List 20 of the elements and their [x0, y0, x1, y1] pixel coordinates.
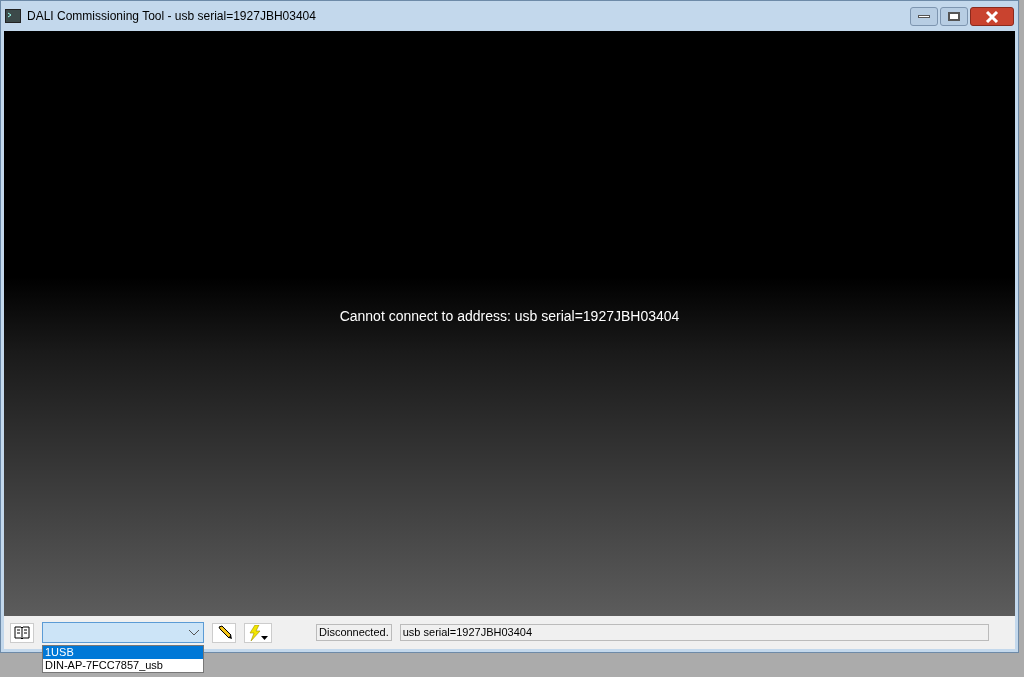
pencil-button[interactable]	[212, 622, 236, 643]
window-title: DALI Commissioning Tool - usb serial=1927JBH03404	[27, 8, 316, 25]
maximize-icon	[948, 12, 960, 21]
close-button[interactable]	[970, 7, 1014, 26]
dropdown-option[interactable]: DIN-AP-7FCC7857_usb	[43, 659, 203, 672]
chevron-icon	[188, 629, 200, 636]
lightning-button[interactable]	[244, 622, 272, 643]
pencil-icon	[216, 625, 232, 640]
address-text: usb serial=1927JBH03404	[399, 624, 989, 641]
minimize-icon	[918, 15, 930, 18]
status-text: Disconnected.	[316, 624, 392, 641]
maximize-button[interactable]	[940, 7, 968, 26]
terminal-icon	[5, 9, 21, 23]
close-icon	[985, 10, 999, 23]
book-icon	[14, 626, 30, 639]
dropdown-option[interactable]: 1USB	[43, 646, 203, 659]
book-button[interactable]	[10, 622, 34, 643]
minimize-button[interactable]	[910, 7, 938, 26]
error-message: Cannot connect to address: usb serial=1927JBH03404	[339, 307, 680, 326]
lightning-icon	[247, 624, 269, 641]
